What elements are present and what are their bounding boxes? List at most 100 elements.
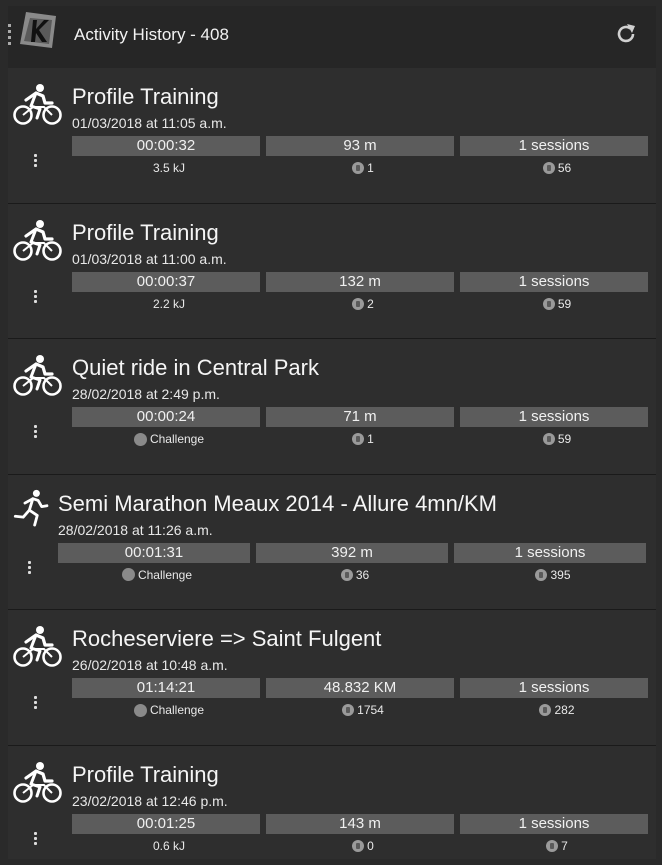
kinomap-points-icon xyxy=(352,433,365,445)
more-options-icon[interactable] xyxy=(26,560,32,577)
activity-date: 23/02/2018 at 12:46 p.m. xyxy=(72,792,228,809)
trophy-icon xyxy=(133,432,147,446)
activity-date: 01/03/2018 at 11:00 a.m. xyxy=(72,250,227,267)
drawer-handle-icon[interactable] xyxy=(8,24,12,48)
views-counter: 56 xyxy=(460,161,654,175)
page-title: Activity History - 408 xyxy=(74,25,229,44)
activity-stats: 00:00:24 71 m 1 sessions xyxy=(72,407,654,427)
kinomap-logo-icon[interactable] xyxy=(18,10,58,50)
activity-card[interactable]: Profile Training 01/03/2018 at 11:05 a.m.… xyxy=(8,68,656,204)
activity-date: 26/02/2018 at 10:48 a.m. xyxy=(72,657,228,673)
activity-date: 01/03/2018 at 11:05 a.m. xyxy=(72,115,227,131)
activity-substats: 0.6 kJ 0 7 xyxy=(72,839,654,853)
activity-title: Profile Training xyxy=(72,84,219,109)
sessions-stat: 1 sessions xyxy=(454,542,646,563)
energy-label: 3.5 kJ xyxy=(72,161,266,175)
challenge-label: Challenge xyxy=(72,432,266,446)
distance-stat: 143 m xyxy=(266,813,454,834)
sessions-stat: 1 sessions xyxy=(460,678,648,698)
views-counter: 7 xyxy=(460,839,654,853)
energy-label: 2.2 kJ xyxy=(72,297,266,311)
distance-stat: 392 m xyxy=(256,542,448,563)
counter-value: 282 xyxy=(554,703,575,717)
more-options-icon[interactable] xyxy=(32,289,38,306)
sessions-stat: 1 sessions xyxy=(460,407,648,427)
activity-card[interactable]: Semi Marathon Meaux 2014 - Allure 4mn/KM… xyxy=(8,474,656,610)
views-icon xyxy=(542,433,555,445)
sessions-stat: 1 sessions xyxy=(460,813,648,834)
counter-value: 395 xyxy=(550,567,571,582)
distance-stat: 93 m xyxy=(266,136,454,156)
points-counter: 1754 xyxy=(266,703,460,717)
activity-date: 28/02/2018 at 2:49 p.m. xyxy=(72,386,220,402)
cycling-icon xyxy=(12,82,62,126)
activity-title: Profile Training xyxy=(72,219,219,245)
activity-title: Rocheserviere => Saint Fulgent xyxy=(72,626,382,651)
refresh-icon[interactable] xyxy=(614,22,638,46)
points-counter: 0 xyxy=(266,839,460,853)
counter-value: 59 xyxy=(557,296,572,311)
more-options-icon[interactable] xyxy=(32,696,38,712)
distance-stat: 48.832 KM xyxy=(266,678,454,698)
activity-substats: Challenge 1754 282 xyxy=(72,703,654,717)
activity-card[interactable]: Profile Training 01/03/2018 at 11:00 a.m.… xyxy=(8,203,656,339)
distance-stat: 132 m xyxy=(266,271,454,292)
views-counter: 282 xyxy=(460,703,654,717)
extra-value: Challenge xyxy=(149,703,205,717)
activity-substats: 2.2 kJ 2 59 xyxy=(72,297,654,311)
activity-date: 28/02/2018 at 11:26 a.m. xyxy=(58,521,213,538)
activity-substats: 3.5 kJ 1 56 xyxy=(72,161,654,175)
activity-title: Quiet ride in Central Park xyxy=(72,355,319,380)
counter-value: 59 xyxy=(557,432,572,446)
activity-stats: 00:00:32 93 m 1 sessions xyxy=(72,136,654,156)
views-counter: 59 xyxy=(460,297,654,311)
extra-value: 3.5 kJ xyxy=(152,161,185,175)
activity-list: Profile Training 01/03/2018 at 11:05 a.m.… xyxy=(8,68,656,859)
views-icon xyxy=(546,839,559,852)
counter-value: 36 xyxy=(355,567,370,582)
energy-label: 0.6 kJ xyxy=(72,839,266,853)
views-counter: 395 xyxy=(454,568,652,582)
activity-stats: 00:00:37 132 m 1 sessions xyxy=(72,271,654,292)
extra-value: Challenge xyxy=(137,567,193,582)
extra-value: 0.6 kJ xyxy=(152,838,185,853)
trophy-icon xyxy=(121,568,135,581)
activity-title: Profile Training xyxy=(72,761,219,787)
counter-value: 2 xyxy=(367,296,374,311)
kinomap-points-icon xyxy=(342,704,355,716)
counter-value: 56 xyxy=(557,161,572,175)
activity-title: Semi Marathon Meaux 2014 - Allure 4mn/KM xyxy=(58,490,497,516)
cycling-icon xyxy=(12,353,62,397)
extra-value: Challenge xyxy=(149,432,205,446)
sessions-stat: 1 sessions xyxy=(460,271,648,292)
more-options-icon[interactable] xyxy=(32,154,38,170)
kinomap-points-icon xyxy=(352,162,365,174)
counter-value: 0 xyxy=(367,838,374,853)
counter-value: 1 xyxy=(367,432,374,446)
views-icon xyxy=(542,162,555,174)
activity-stats: 00:01:31 392 m 1 sessions xyxy=(58,542,652,563)
duration-stat: 00:01:31 xyxy=(58,542,250,563)
activity-stats: 00:01:25 143 m 1 sessions xyxy=(72,813,654,834)
points-counter: 2 xyxy=(266,297,460,311)
views-icon xyxy=(539,704,552,716)
cycling-icon xyxy=(12,760,62,804)
counter-value: 1 xyxy=(367,161,374,175)
more-options-icon[interactable] xyxy=(32,425,38,441)
points-counter: 1 xyxy=(266,432,460,446)
duration-stat: 00:00:32 xyxy=(72,136,260,156)
activity-card[interactable]: Profile Training 23/02/2018 at 12:46 p.m.… xyxy=(8,745,656,859)
kinomap-points-icon xyxy=(340,568,353,581)
challenge-label: Challenge xyxy=(72,703,266,717)
activity-substats: Challenge 36 395 xyxy=(58,568,652,582)
sessions-stat: 1 sessions xyxy=(460,136,648,156)
activity-substats: Challenge 1 59 xyxy=(72,432,654,446)
more-options-icon[interactable] xyxy=(32,831,38,848)
activity-card[interactable]: Quiet ride in Central Park 28/02/2018 at … xyxy=(8,339,656,475)
duration-stat: 00:00:24 xyxy=(72,407,260,427)
cycling-icon xyxy=(12,624,62,668)
views-counter: 59 xyxy=(460,432,654,446)
kinomap-points-icon xyxy=(352,839,365,852)
distance-stat: 71 m xyxy=(266,407,454,427)
activity-card[interactable]: Rocheserviere => Saint Fulgent 26/02/2018… xyxy=(8,610,656,746)
